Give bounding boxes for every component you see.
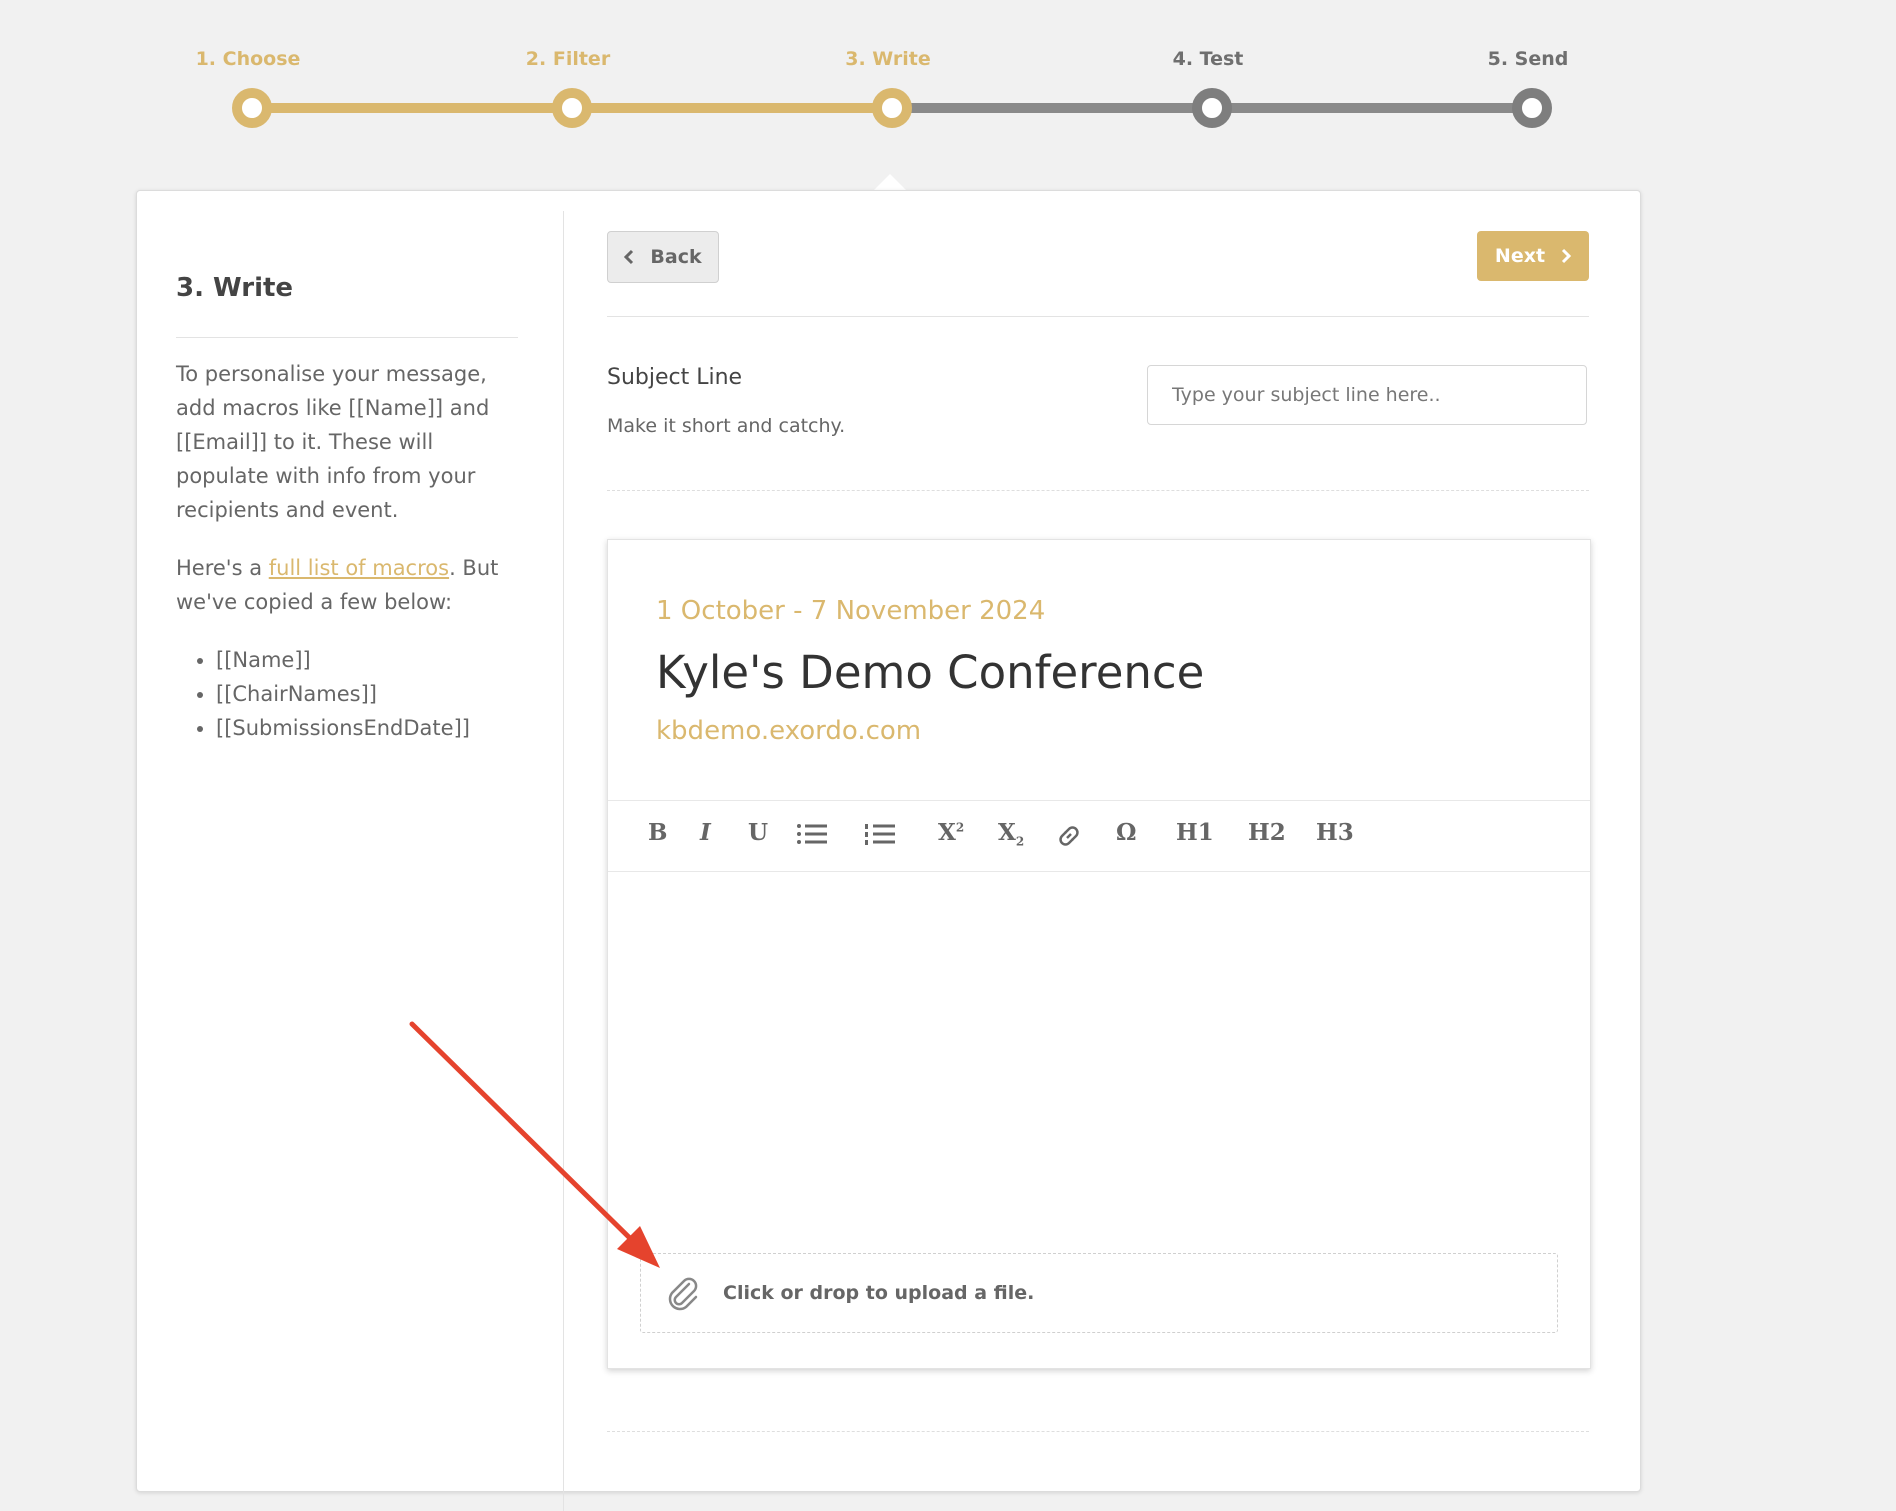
step-node-filter[interactable] — [552, 88, 592, 128]
step-node-test[interactable] — [1192, 88, 1232, 128]
heading2-button[interactable]: H2 — [1248, 819, 1286, 846]
step-label-send[interactable]: 5. Send — [1488, 48, 1569, 70]
step-node-choose[interactable] — [232, 88, 272, 128]
write-panel: 3. Write To personalise your message, ad… — [136, 190, 1641, 1511]
step-node-write[interactable] — [872, 88, 912, 128]
macro-list: [[Name]] [[ChairNames]] [[SubmissionsEnd… — [176, 643, 526, 745]
paperclip-icon — [668, 1277, 698, 1311]
step-node-send[interactable] — [1512, 88, 1552, 128]
card-pointer — [873, 174, 907, 191]
email-editor: 1 October - 7 November 2024 Kyle's Demo … — [607, 539, 1591, 1369]
superscript-base: X — [938, 819, 956, 846]
progress-stepper: 1. Choose 2. Filter 3. Write 4. Test 5. … — [0, 0, 1896, 150]
bullet-list-icon[interactable] — [796, 823, 828, 851]
next-button-label: Next — [1494, 245, 1546, 267]
sidebar-help: To personalise your message, add macros … — [176, 357, 526, 745]
event-title: Kyle's Demo Conference — [656, 646, 1205, 699]
next-button[interactable]: Next — [1477, 231, 1589, 281]
bold-button[interactable]: B — [648, 819, 667, 846]
heading1-button[interactable]: H1 — [1176, 819, 1214, 846]
section-divider — [607, 490, 1589, 491]
special-character-button[interactable]: Ω — [1116, 819, 1136, 846]
subscript-mark: 2 — [1015, 834, 1025, 849]
sidebar-intro: To personalise your message, add macros … — [176, 362, 490, 522]
numbered-list-icon[interactable] — [864, 823, 896, 851]
step-label-test[interactable]: 4. Test — [1173, 48, 1244, 70]
header-divider — [607, 316, 1589, 317]
event-url: kbdemo.exordo.com — [656, 716, 922, 746]
bottom-divider — [607, 1431, 1589, 1432]
italic-button[interactable]: I — [700, 819, 711, 846]
subscript-base: X — [998, 819, 1016, 846]
file-upload-dropzone[interactable]: Click or drop to upload a file. — [640, 1253, 1558, 1333]
chevron-left-icon — [624, 249, 634, 265]
back-button[interactable]: Back — [607, 231, 719, 283]
sidebar: 3. Write To personalise your message, ad… — [137, 211, 564, 1511]
subject-hint: Make it short and catchy. — [607, 415, 846, 437]
back-button-label: Back — [650, 246, 702, 268]
link-icon[interactable] — [1056, 823, 1082, 855]
heading3-button[interactable]: H3 — [1316, 819, 1354, 846]
subject-label: Subject Line — [607, 365, 743, 390]
underline-button[interactable]: U — [748, 819, 768, 846]
sidebar-macros-note: Here's a full list of macros. But we've … — [176, 551, 526, 619]
superscript-button[interactable]: X2 — [938, 819, 964, 846]
formatting-toolbar: B I U X2 X2 Ω H1 H2 H3 — [608, 800, 1590, 872]
macros-note-prefix: Here's a — [176, 556, 269, 580]
subscript-button[interactable]: X2 — [998, 819, 1024, 849]
step-label-write[interactable]: 3. Write — [845, 48, 931, 70]
event-dates: 1 October - 7 November 2024 — [656, 596, 1046, 626]
sidebar-divider — [176, 337, 518, 338]
superscript-mark: 2 — [955, 820, 965, 835]
subject-input[interactable] — [1147, 365, 1587, 425]
sidebar-title: 3. Write — [176, 273, 294, 303]
upload-label: Click or drop to upload a file. — [723, 1282, 1035, 1304]
step-label-filter[interactable]: 2. Filter — [526, 48, 610, 70]
step-label-choose[interactable]: 1. Choose — [196, 48, 301, 70]
macro-item: [[SubmissionsEndDate]] — [216, 711, 526, 745]
macro-item: [[ChairNames]] — [216, 677, 526, 711]
chevron-right-icon — [1562, 248, 1572, 264]
macros-list-link[interactable]: full list of macros — [269, 556, 449, 580]
message-body-editor[interactable] — [608, 871, 1590, 1251]
macro-item: [[Name]] — [216, 643, 526, 677]
